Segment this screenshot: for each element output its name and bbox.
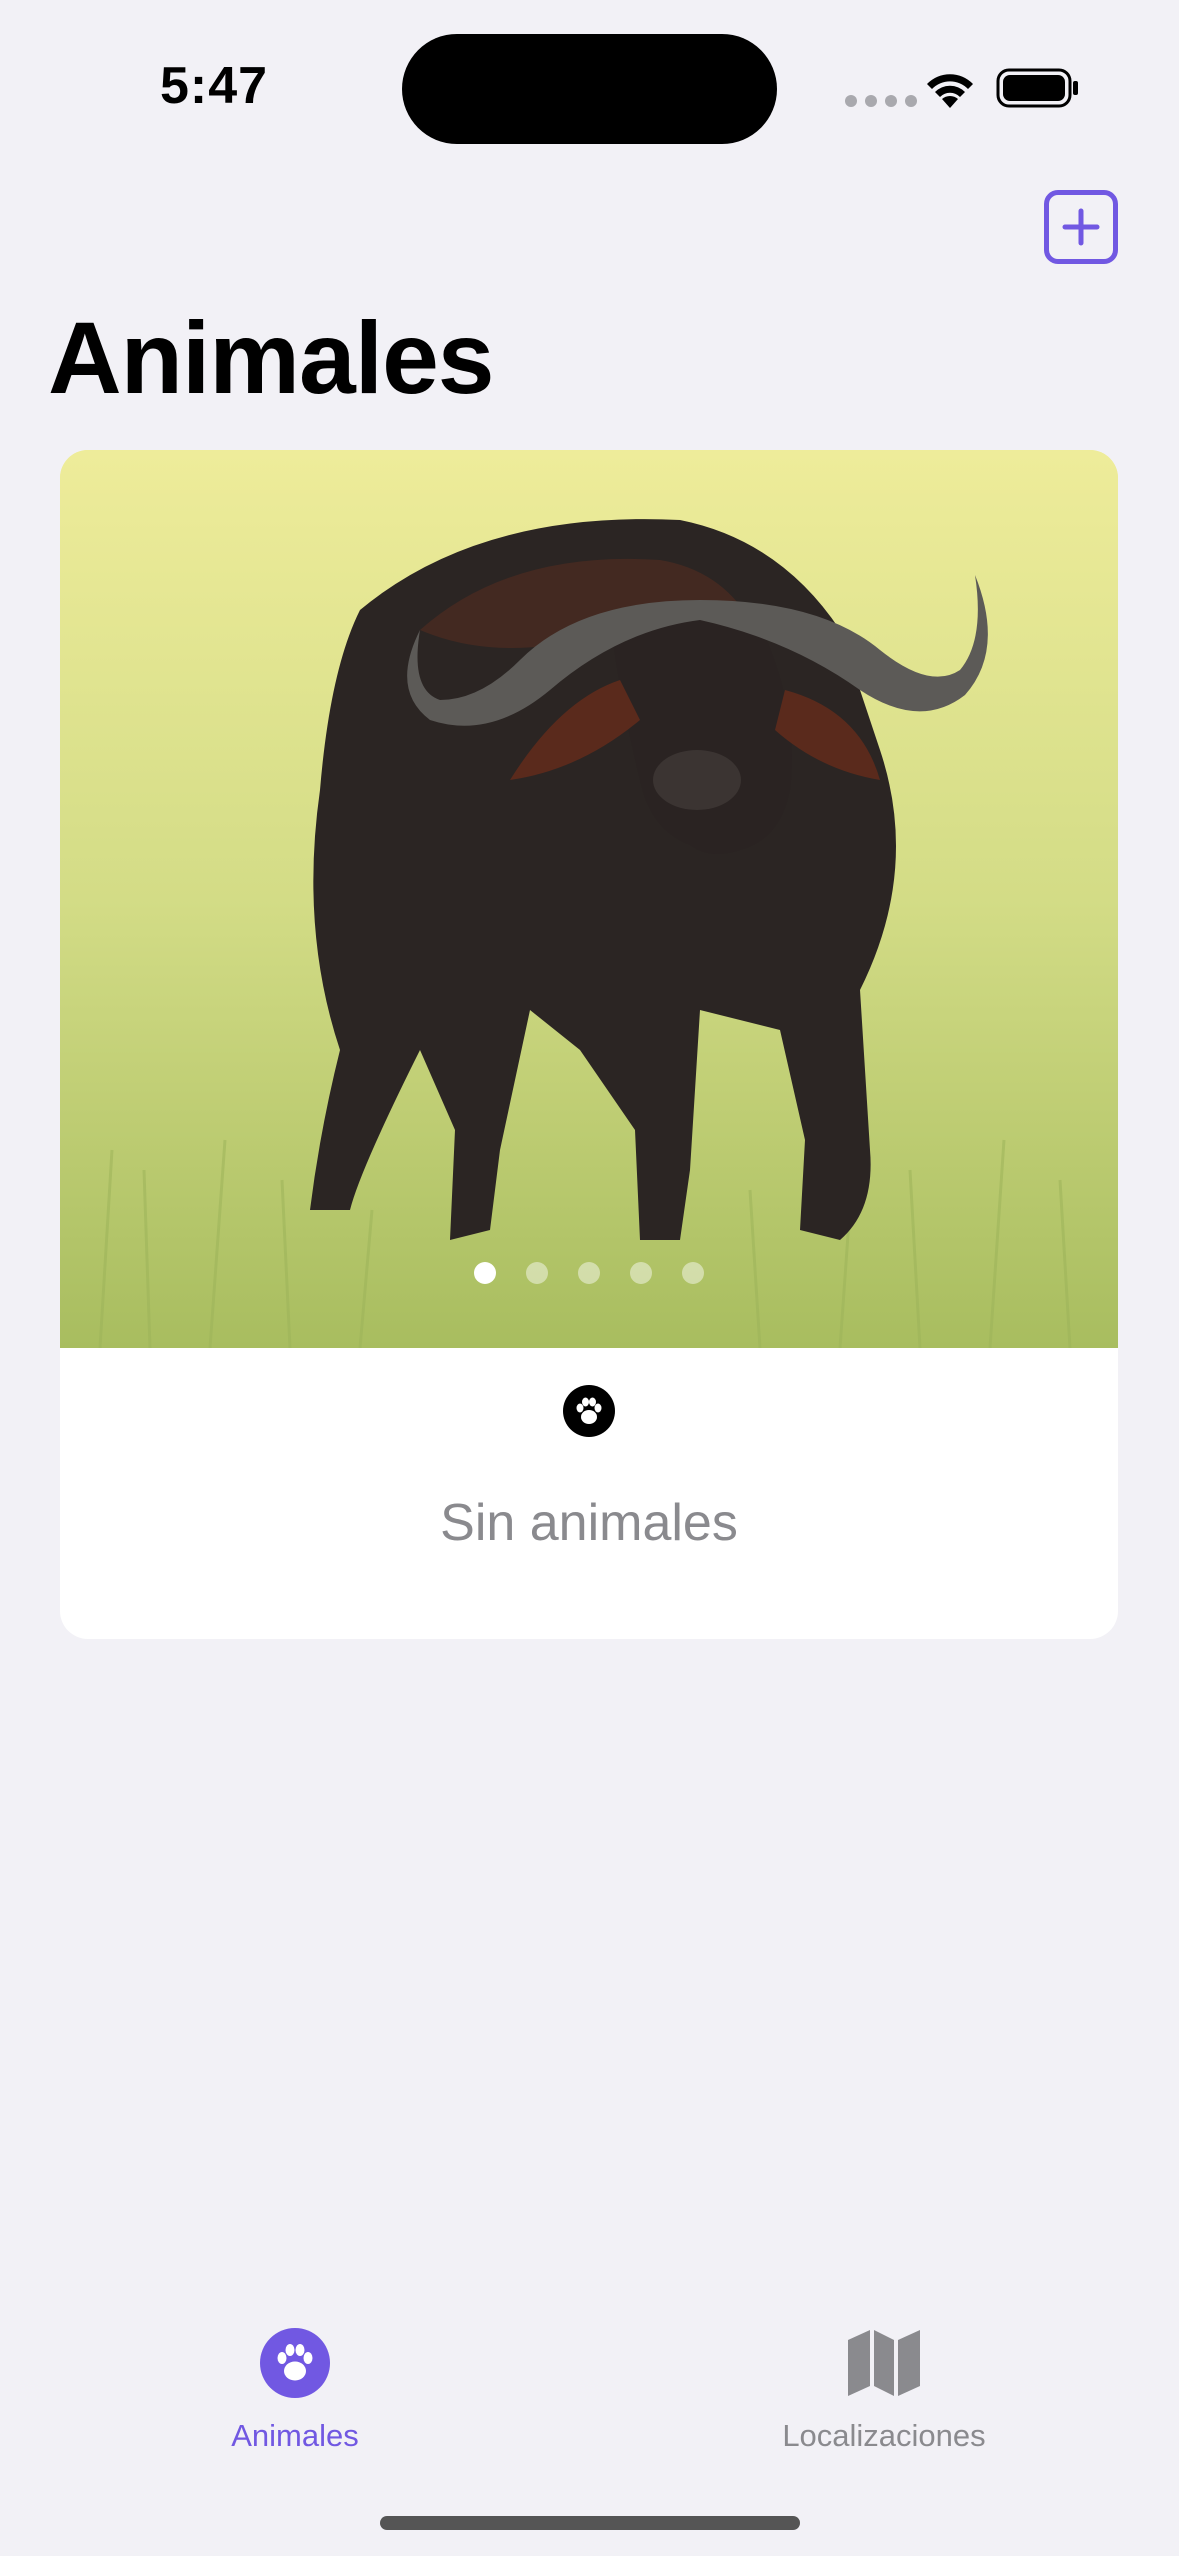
home-indicator[interactable] [380,2516,800,2530]
empty-state-text: Sin animales [440,1494,738,1552]
page-indicator[interactable] [60,1262,1118,1284]
status-time: 5:47 [160,57,269,115]
screen: 5:47 Animales Sin animales Animales Loca… [0,0,1179,2556]
buffalo-image [60,450,1118,1348]
cellular-signal-icon [845,95,917,107]
tab-localizaciones[interactable]: Localizaciones [724,2325,1044,2454]
page-dot[interactable] [526,1262,548,1284]
page-dot[interactable] [578,1262,600,1284]
pawprint-circle-icon [260,2327,330,2398]
tab-label: Animales [231,2418,359,2453]
buffalo-photo-carousel[interactable] [60,450,1118,1348]
page-dot[interactable] [474,1262,496,1284]
tab-label: Localizaciones [782,2418,986,2453]
map-icon [848,2329,920,2396]
page-dot[interactable] [682,1262,704,1284]
dynamic-island [402,34,777,144]
animal-card: Sin animales [60,450,1118,1639]
page-dot[interactable] [630,1262,652,1284]
tab-animales[interactable]: Animales [135,2325,455,2454]
pawprint-icon [563,1385,615,1437]
plus-icon [1062,208,1100,246]
wifi-icon [927,74,973,108]
add-button[interactable] [1044,190,1118,264]
page-title: Animales [48,301,495,415]
battery-icon [996,68,1078,108]
